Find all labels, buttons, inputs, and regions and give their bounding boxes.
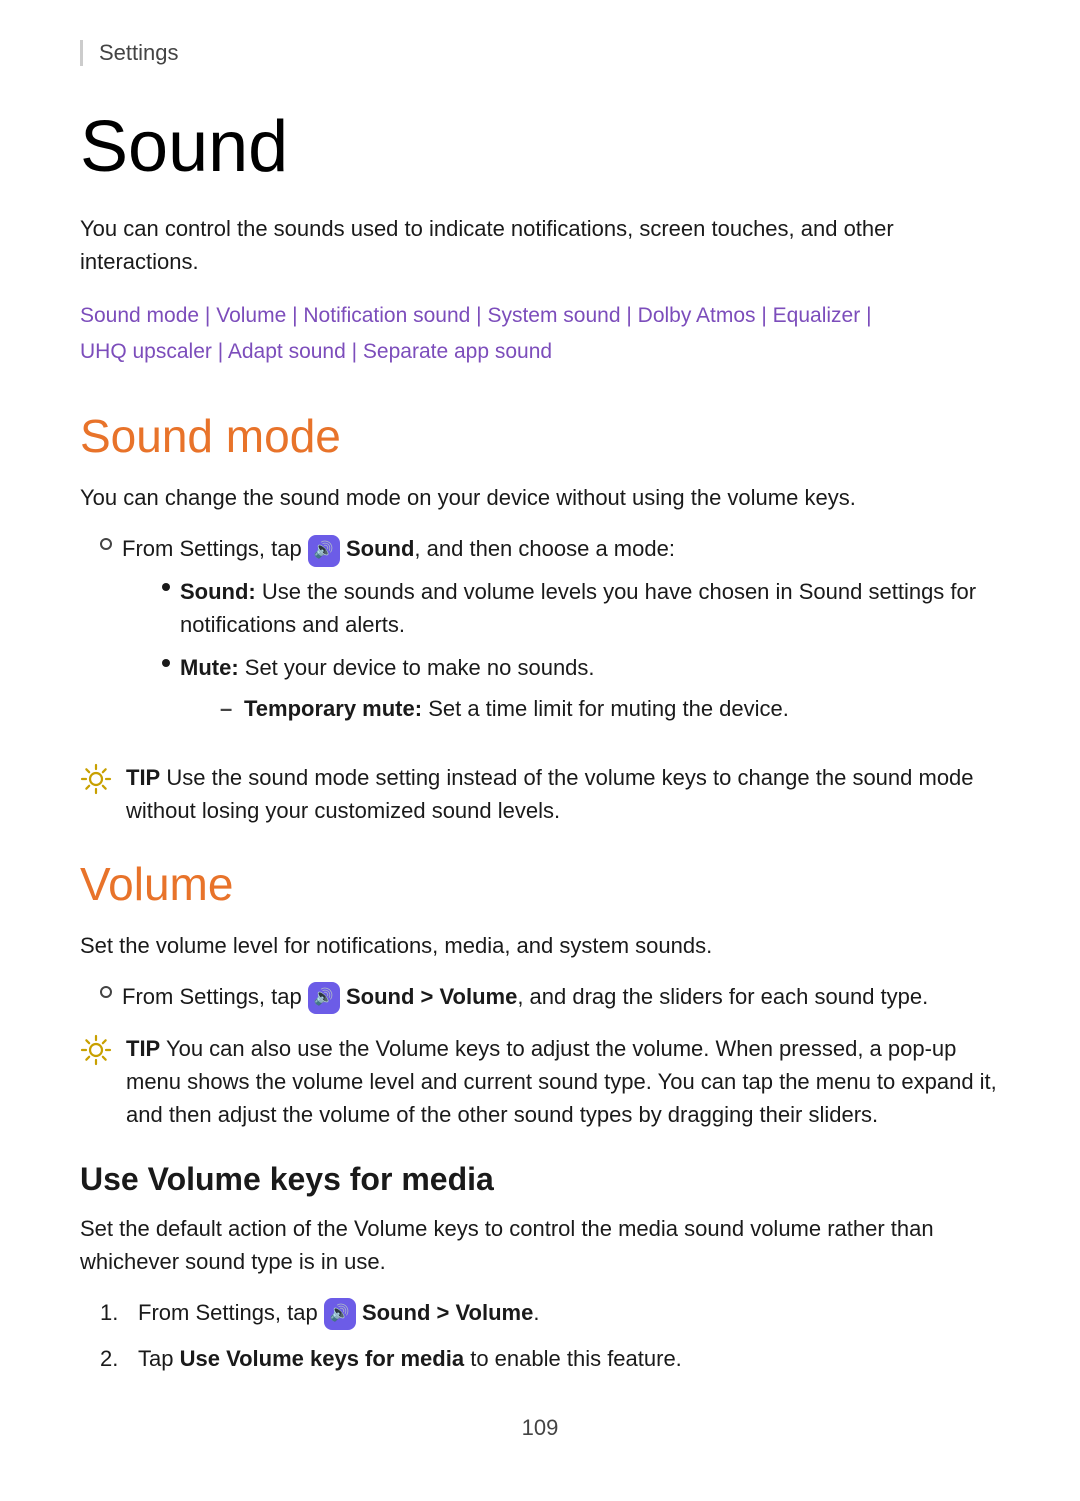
sound-mode-desc: You can change the sound mode on your de… xyxy=(80,481,1000,514)
list-item: Tap Use Volume keys for media to enable … xyxy=(100,1342,1000,1375)
sub-bullet-text: Mute: Set your device to make no sounds.… xyxy=(180,651,789,733)
page-title: Sound xyxy=(80,106,1000,188)
toc-link-equalizer[interactable]: Equalizer xyxy=(773,304,861,327)
intro-text: You can control the sounds used to indic… xyxy=(80,212,1000,278)
tip-label: TIP xyxy=(126,765,160,790)
sound-settings-icon: 🔊 xyxy=(308,982,340,1014)
sub-sub-bullet-text: Temporary mute: Set a time limit for mut… xyxy=(244,692,789,725)
toc-link-volume[interactable]: Volume xyxy=(216,304,286,327)
sound-mode-tip: TIP Use the sound mode setting instead o… xyxy=(80,761,1000,827)
toc-link-sound-mode[interactable]: Sound mode xyxy=(80,304,199,327)
circle-bullet-icon xyxy=(100,986,112,998)
circle-bullet-icon xyxy=(100,538,112,550)
step-text: From Settings, tap 🔊 Sound > Volume. xyxy=(138,1296,539,1330)
tip-label-volume: TIP xyxy=(126,1036,160,1061)
volume-bullets: From Settings, tap 🔊 Sound > Volume, and… xyxy=(100,980,1000,1014)
section-sound-mode: Sound mode You can change the sound mode… xyxy=(80,409,1000,826)
sound-settings-icon: 🔊 xyxy=(308,535,340,567)
use-volume-keys-desc: Set the default action of the Volume key… xyxy=(80,1212,1000,1278)
list-item: From Settings, tap 🔊 Sound > Volume, and… xyxy=(100,980,1000,1014)
toc-link-system-sound[interactable]: System sound xyxy=(487,304,620,327)
sound-mode-bullets: From Settings, tap 🔊 Sound, and then cho… xyxy=(100,532,1000,742)
section-use-volume-keys: Use Volume keys for media Set the defaul… xyxy=(80,1161,1000,1375)
breadcrumb: Settings xyxy=(80,40,1000,66)
toc-link-adapt-sound[interactable]: Adapt sound xyxy=(228,340,346,363)
toc-link-uhq-upscaler[interactable]: UHQ upscaler xyxy=(80,340,212,363)
toc-links: Sound mode | Volume | Notification sound… xyxy=(80,298,1000,369)
tip-sun-icon-2 xyxy=(80,1034,112,1066)
toc-link-dolby-atmos[interactable]: Dolby Atmos xyxy=(638,304,756,327)
list-item: Sound: Use the sounds and volume levels … xyxy=(162,575,1000,641)
toc-link-separate-app-sound[interactable]: Separate app sound xyxy=(363,340,552,363)
page-number: 109 xyxy=(80,1415,1000,1441)
list-item: – Temporary mute: Set a time limit for m… xyxy=(220,692,789,725)
list-item: Mute: Set your device to make no sounds.… xyxy=(162,651,1000,733)
bullet-text: From Settings, tap 🔊 Sound > Volume, and… xyxy=(122,980,928,1014)
dash-bullet-icon: – xyxy=(220,692,234,725)
sub-bullet-text: Sound: Use the sounds and volume levels … xyxy=(180,575,1000,641)
subsection-title-use-volume-keys: Use Volume keys for media xyxy=(80,1161,1000,1198)
use-volume-keys-steps: From Settings, tap 🔊 Sound > Volume. Tap… xyxy=(100,1296,1000,1375)
dot-bullet-icon xyxy=(162,583,170,591)
tip-content: TIP Use the sound mode setting instead o… xyxy=(126,761,1000,827)
tip-sun-icon xyxy=(80,763,112,795)
section-title-volume: Volume xyxy=(80,857,1000,911)
tip-content-volume: TIP You can also use the Volume keys to … xyxy=(126,1032,1000,1131)
volume-tip: TIP You can also use the Volume keys to … xyxy=(80,1032,1000,1131)
section-title-sound-mode: Sound mode xyxy=(80,409,1000,463)
step-text: Tap Use Volume keys for media to enable … xyxy=(138,1342,682,1375)
list-item: From Settings, tap 🔊 Sound > Volume. xyxy=(100,1296,1000,1330)
list-item: From Settings, tap 🔊 Sound, and then cho… xyxy=(100,532,1000,742)
toc-link-notification-sound[interactable]: Notification sound xyxy=(303,304,470,327)
dot-bullet-icon xyxy=(162,659,170,667)
section-volume: Volume Set the volume level for notifica… xyxy=(80,857,1000,1131)
volume-desc: Set the volume level for notifications, … xyxy=(80,929,1000,962)
bullet-text: From Settings, tap 🔊 Sound, and then cho… xyxy=(122,532,1000,742)
sound-mode-sub-list: Sound: Use the sounds and volume levels … xyxy=(162,575,1000,733)
sound-settings-icon-3: 🔊 xyxy=(324,1298,356,1330)
mute-sub-list: – Temporary mute: Set a time limit for m… xyxy=(220,692,789,725)
